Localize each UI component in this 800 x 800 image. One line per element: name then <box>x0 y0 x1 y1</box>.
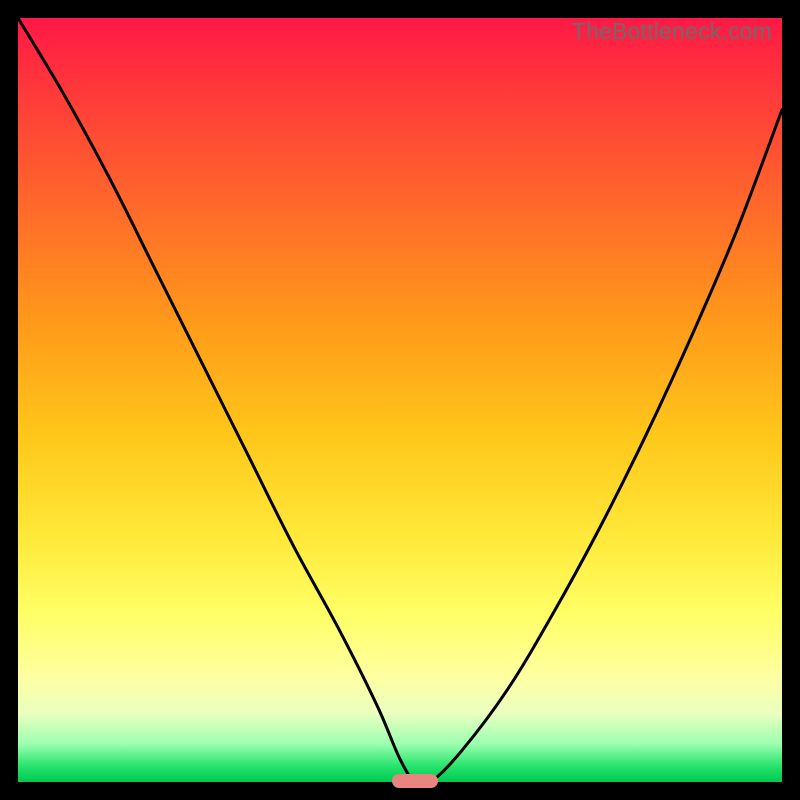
curve-path <box>18 18 782 782</box>
chart-frame: TheBottleneck.com <box>0 0 800 800</box>
plot-area: TheBottleneck.com <box>18 18 782 782</box>
optimal-range-marker <box>392 774 438 788</box>
bottleneck-curve <box>18 18 782 782</box>
